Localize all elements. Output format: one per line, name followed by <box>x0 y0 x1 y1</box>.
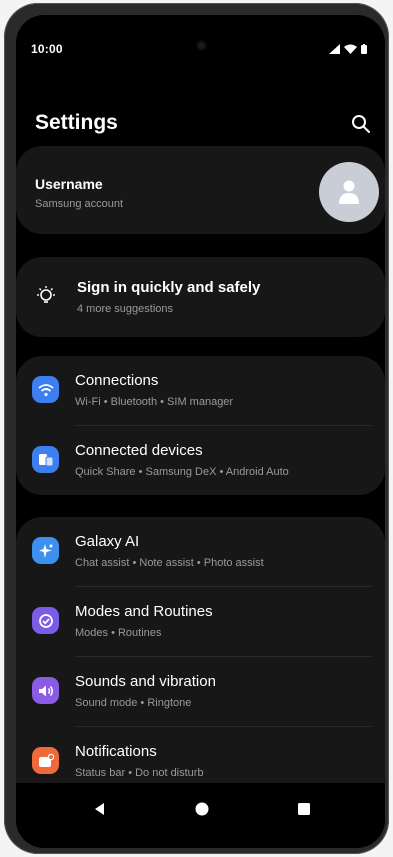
recents-icon <box>298 803 310 815</box>
home-button[interactable] <box>191 798 213 820</box>
account-name: Username <box>35 176 103 192</box>
volume-icon <box>38 685 53 696</box>
settings-item-galaxy-ai[interactable]: Galaxy AI Chat assist • Note assist • Ph… <box>16 517 385 585</box>
screen: 10:00 Settings Username Samsung account … <box>16 15 385 848</box>
status-bar: 10:00 <box>16 15 385 65</box>
suggestion-subtitle: 4 more suggestions <box>77 303 173 315</box>
settings-item-modes-routines[interactable]: Modes and Routines Modes • Routines <box>16 587 385 655</box>
status-time: 10:00 <box>31 42 63 56</box>
account-subtitle: Samsung account <box>35 198 124 210</box>
account-card[interactable]: Username Samsung account <box>16 146 385 234</box>
settings-item-sounds-vibration[interactable]: Sounds and vibration Sound mode • Ringto… <box>16 657 385 725</box>
settings-item-connected-devices[interactable]: Connected devices Quick Share • Samsung … <box>16 426 385 494</box>
suggestion-title: Sign in quickly and safely <box>77 279 261 296</box>
status-icons <box>329 41 367 59</box>
lightbulb-icon <box>34 284 58 313</box>
settings-item-subtitle: Modes • Routines <box>75 627 162 639</box>
connected-devices-icon-bg <box>32 446 59 473</box>
devices-icon <box>38 453 53 466</box>
galaxy-ai-icon-bg <box>32 537 59 564</box>
avatar[interactable] <box>319 162 379 222</box>
settings-group-connectivity: Connections Wi-Fi • Bluetooth • SIM mana… <box>16 356 385 495</box>
settings-group-features: Galaxy AI Chat assist • Note assist • Ph… <box>16 517 385 802</box>
sparkle-icon <box>38 543 52 558</box>
settings-item-title: Connected devices <box>75 442 203 459</box>
recents-button[interactable] <box>293 798 315 820</box>
battery-icon <box>361 41 367 59</box>
wifi-icon <box>344 41 357 59</box>
wifi-icon <box>37 383 54 396</box>
settings-item-title: Notifications <box>75 743 157 760</box>
connections-icon-bg <box>32 376 59 403</box>
back-icon <box>95 803 104 815</box>
settings-item-subtitle: Wi-Fi • Bluetooth • SIM manager <box>75 396 234 408</box>
person-icon <box>339 180 359 204</box>
notification-icon <box>38 753 54 767</box>
signal-icon <box>329 41 340 59</box>
home-icon <box>195 802 209 816</box>
page-title: Settings <box>35 111 118 134</box>
settings-item-title: Sounds and vibration <box>75 673 216 690</box>
back-button[interactable] <box>89 798 111 820</box>
modes-routines-icon-bg <box>32 607 59 634</box>
phone-frame: 10:00 Settings Username Samsung account … <box>4 3 389 854</box>
sounds-icon-bg <box>32 677 59 704</box>
suggestion-card[interactable]: Sign in quickly and safely 4 more sugges… <box>16 257 385 337</box>
notifications-icon-bg <box>32 747 59 774</box>
settings-item-subtitle: Sound mode • Ringtone <box>75 697 192 709</box>
settings-item-subtitle: Quick Share • Samsung DeX • Android Auto <box>75 466 289 478</box>
settings-item-subtitle: Status bar • Do not disturb <box>75 767 204 779</box>
settings-item-title: Modes and Routines <box>75 603 213 620</box>
navigation-bar <box>16 783 385 833</box>
search-button[interactable] <box>347 110 375 138</box>
settings-item-subtitle: Chat assist • Note assist • Photo assist <box>75 557 264 569</box>
settings-item-connections[interactable]: Connections Wi-Fi • Bluetooth • SIM mana… <box>16 356 385 424</box>
routines-icon <box>38 613 53 628</box>
search-icon <box>352 115 370 133</box>
settings-item-title: Galaxy AI <box>75 533 140 550</box>
settings-item-title: Connections <box>75 372 159 389</box>
